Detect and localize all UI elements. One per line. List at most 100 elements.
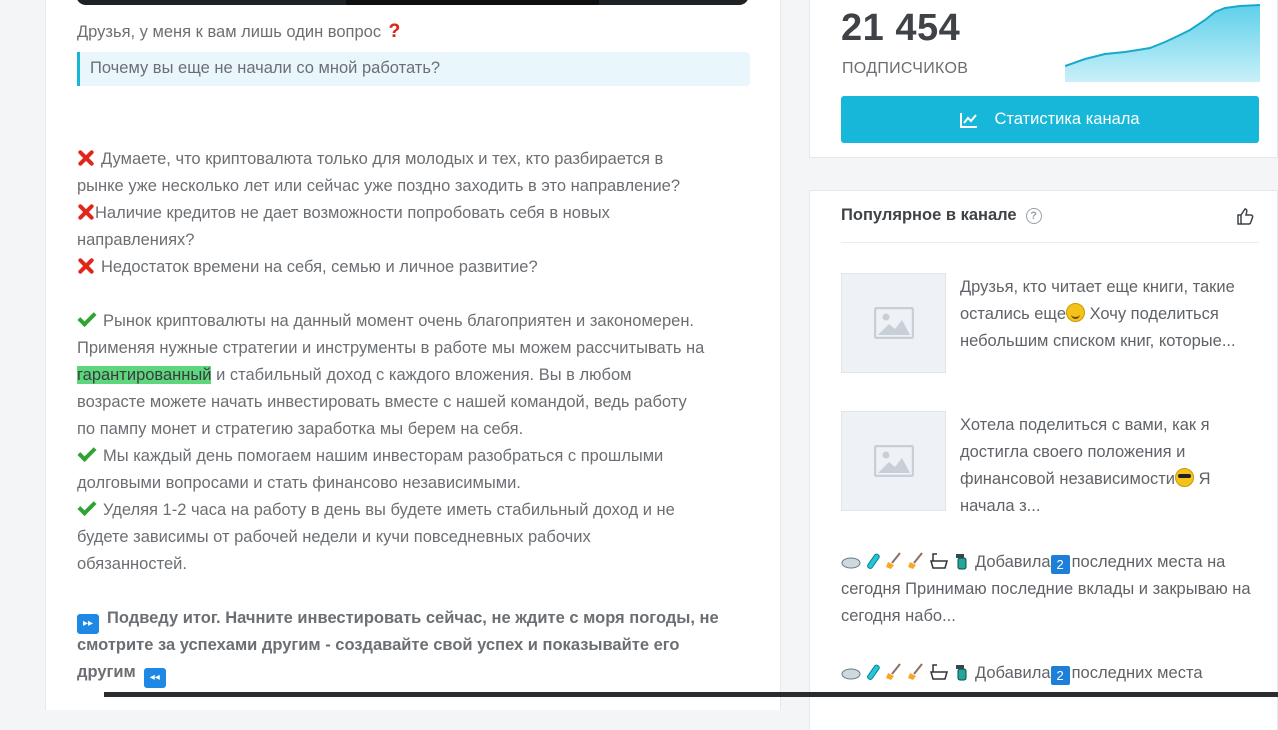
post-line: возрасте можете начать инвестировать вме… <box>77 389 767 416</box>
popular-divider <box>841 242 1259 243</box>
post-line: Наличие кредитов не дает возможности поп… <box>77 200 767 227</box>
check-mark-icon <box>77 501 95 515</box>
item-text-part: последних места <box>1071 664 1203 682</box>
line-text: и стабильный доход с каждого вложения. В… <box>211 366 632 384</box>
popular-item-text[interactable]: Друзья, кто читает еще книги, такие оста… <box>960 274 1250 355</box>
broom-icon <box>908 552 923 569</box>
post-quote: Почему вы еще не начали со мной работать… <box>77 52 750 86</box>
line-text: рынке уже несколько лет или сейчас уже п… <box>77 177 681 195</box>
bathtub-icon <box>930 553 948 569</box>
cross-mark-icon <box>77 203 94 220</box>
broom-icon <box>886 663 901 680</box>
image-placeholder-icon <box>873 445 914 477</box>
highlighted-word: гарантированный <box>77 366 212 384</box>
keycap-2-icon: 2 <box>1050 666 1070 685</box>
subscriber-count: 21 454 <box>841 7 961 49</box>
popular-item-text[interactable]: Хотела поделиться с вами, как я достигла… <box>960 412 1250 520</box>
question-mark-icon: ? <box>388 21 401 42</box>
image-placeholder-icon <box>873 307 914 339</box>
test-tube-icon <box>867 553 880 569</box>
popular-item-text[interactable]: Добавила 2 последних места <box>841 660 1251 687</box>
line-text: Наличие кредитов не дает возможности поп… <box>95 204 610 222</box>
test-tube-icon <box>867 664 880 680</box>
broom-icon <box>908 663 923 680</box>
post-thumbnail[interactable] <box>841 273 946 373</box>
smiling-face-icon <box>1066 303 1085 322</box>
cross-mark-icon <box>77 257 94 274</box>
chart-line-icon <box>960 112 978 128</box>
post-body: Думаете, что криптовалюта только для мол… <box>77 146 767 688</box>
line-text: Рынок криптовалюты на данный момент очен… <box>103 312 695 330</box>
post-line: обязанностей. <box>77 551 767 578</box>
spray-bottle-icon <box>956 665 967 681</box>
line-text: смотрите за успехами другим - создавайте… <box>77 636 680 654</box>
line-text: обязанностей. <box>77 555 187 573</box>
thumbs-up-icon[interactable] <box>1237 208 1254 225</box>
keycap-2-icon: 2 <box>1050 555 1070 574</box>
channel-stats-button[interactable]: Статистика канала <box>841 96 1259 143</box>
intro-text: Друзья, у меня к вам лишь один вопрос <box>77 23 382 41</box>
post-line: Мы каждый день помогаем нашим инвесторам… <box>77 443 767 470</box>
line-text: Уделяя 1-2 часа на работу в день вы буде… <box>103 501 675 519</box>
line-text: Подведу итог. Начните инвестировать сейч… <box>107 609 719 627</box>
plate-icon <box>841 668 861 680</box>
item-text-part: Добавила <box>975 664 1051 682</box>
rewind-icon: ◂◂ <box>143 668 166 688</box>
post-line: гарантированный и стабильный доход с каж… <box>77 362 767 389</box>
emoji-row <box>841 663 971 681</box>
post-line: Уделяя 1-2 часа на работу в день вы буде… <box>77 497 767 524</box>
channel-stats-card: 21 454 ПОДПИСЧИКОВ Статистика канала <box>809 0 1278 158</box>
post-line: долговыми вопросами и стать финансово не… <box>77 470 767 497</box>
video-progress-segment[interactable] <box>346 0 599 5</box>
help-icon[interactable]: ? <box>1025 208 1042 224</box>
spray-bottle-icon <box>956 554 967 570</box>
bathtub-icon <box>930 664 948 680</box>
line-text: Мы каждый день помогаем нашим инвесторам… <box>103 447 664 465</box>
broom-icon <box>886 552 901 569</box>
item-text-part: Хотела поделиться с вами, как я достигла… <box>960 416 1210 488</box>
line-text: будете зависимы от рабочей недели и кучи… <box>77 528 591 546</box>
post-thumbnail[interactable] <box>841 411 946 511</box>
popular-card: Популярное в канале? Друзья, кто читает … <box>809 190 1278 730</box>
fast-forward-icon: ▸▸ <box>77 614 99 634</box>
line-text: Применяя нужные стратегии и инструменты … <box>77 339 705 357</box>
line-text: Думаете, что криптовалюта только для мол… <box>101 150 664 168</box>
post-line: другим ◂◂ <box>77 659 767 688</box>
post-intro: Друзья, у меня к вам лишь один вопрос ? <box>77 18 400 46</box>
check-mark-icon <box>77 312 95 326</box>
line-text: долговыми вопросами и стать финансово не… <box>77 474 521 492</box>
post-line: рынке уже несколько лет или сейчас уже п… <box>77 173 767 200</box>
line-text: по пампу монет и стратегию заработка мы … <box>77 420 524 438</box>
line-text: Недостаток времени на себя, семью и личн… <box>101 258 538 276</box>
line-text: направлениях? <box>77 231 195 249</box>
channel-stats-label: Статистика канала <box>994 110 1140 128</box>
quote-text: Почему вы еще не начали со мной работать… <box>90 59 441 77</box>
subscriber-label: ПОДПИСЧИКОВ <box>842 60 969 77</box>
post-line: Недостаток времени на себя, семью и личн… <box>77 254 767 281</box>
video-player-bottom[interactable] <box>76 0 749 5</box>
line-text: возрасте можете начать инвестировать вме… <box>77 393 687 411</box>
post-line: по пампу монет и стратегию заработка мы … <box>77 416 767 443</box>
post-line: Применяя нужные стратегии и инструменты … <box>77 335 767 362</box>
subscriber-sparkline <box>1065 4 1260 82</box>
cross-mark-icon <box>77 149 94 166</box>
popular-item-text[interactable]: Добавила 2 последних места на сегодня Прин… <box>841 549 1251 630</box>
popular-title: Популярное в канале <box>841 206 1017 224</box>
post-line: Думаете, что криптовалюта только для мол… <box>77 146 767 173</box>
post-line: будете зависимы от рабочей недели и кучи… <box>77 524 767 551</box>
item-text-part: Добавила <box>975 553 1051 571</box>
post-line: ▸▸ Подведу итог. Начните инвестировать се… <box>77 605 767 634</box>
taskbar-edge <box>104 692 1278 697</box>
check-mark-icon <box>77 447 95 461</box>
post-line: Рынок криптовалюты на данный момент очен… <box>77 308 767 335</box>
plate-icon <box>841 557 861 569</box>
post-line: направлениях? <box>77 227 767 254</box>
post-card: Друзья, у меня к вам лишь один вопрос ? … <box>45 0 781 710</box>
sunglasses-face-icon <box>1175 468 1195 487</box>
emoji-row <box>841 552 971 570</box>
popular-header: Популярное в канале? <box>841 206 1042 225</box>
line-text: другим <box>77 663 136 681</box>
post-line: смотрите за успехами другим - создавайте… <box>77 632 767 659</box>
